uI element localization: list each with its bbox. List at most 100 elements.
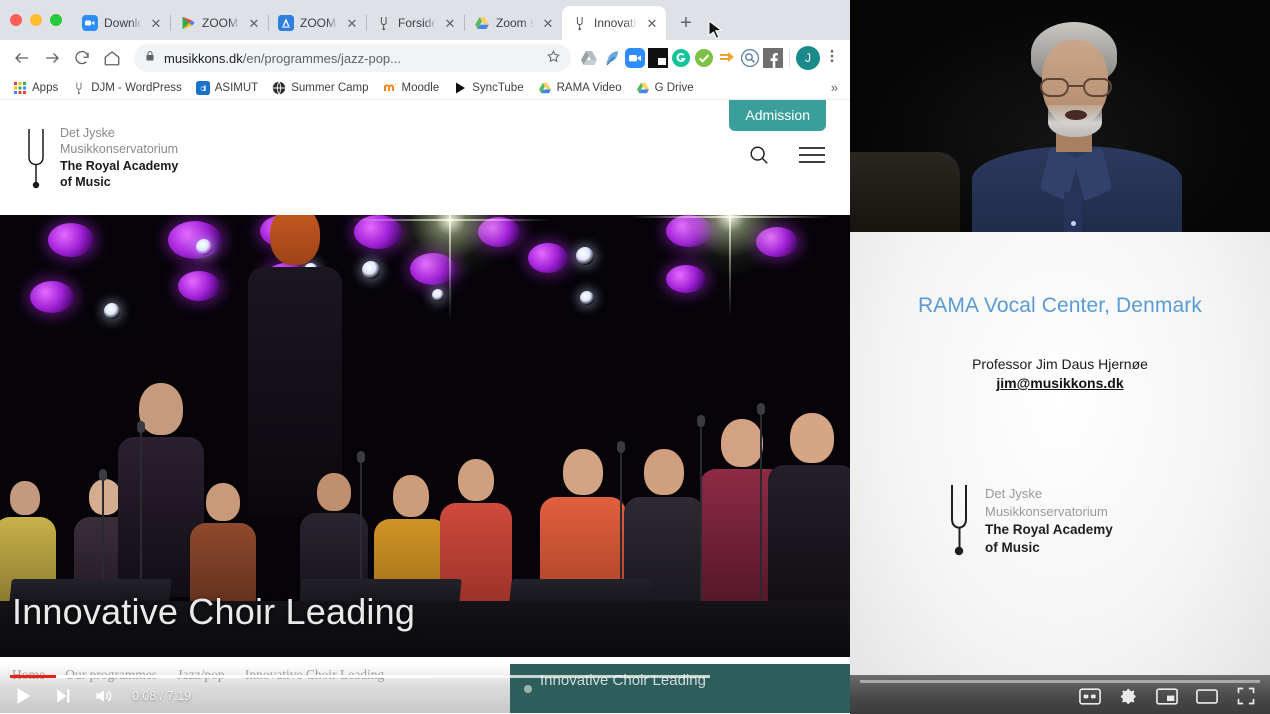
home-button[interactable] — [98, 44, 126, 72]
slide-email[interactable]: jim@musikkons.dk — [850, 375, 1270, 391]
bookmark-label: SyncTube — [472, 81, 524, 94]
close-icon[interactable]: ✕ — [540, 15, 556, 31]
tab-zoom-settings[interactable]: Zoom set ✕ — [464, 6, 563, 40]
zoom-video-controls — [850, 675, 1270, 714]
breadcrumb[interactable]: Home → Our programmes → Jazz/pop → Innov… — [12, 667, 384, 683]
tuning-fork-icon — [572, 15, 588, 31]
play-store-icon — [180, 15, 196, 31]
choir-singer — [768, 413, 850, 623]
speaker-mouth — [1065, 110, 1087, 120]
theater-mode-button[interactable] — [1196, 688, 1218, 705]
tab-zoom-client-2[interactable]: ZOOM Cl ✕ — [268, 6, 367, 40]
zoom-meeting-pane: RAMA Vocal Center, Denmark Professor Jim… — [850, 0, 1270, 714]
fullscreen-button[interactable] — [1236, 686, 1256, 706]
maximize-window-button[interactable] — [50, 14, 62, 26]
tab-label: Innovativ — [594, 16, 638, 30]
speaker-video[interactable] — [850, 0, 1270, 232]
bookmark-djm-wordpress[interactable]: DJM - WordPress — [67, 79, 187, 97]
toolbar-divider — [789, 49, 790, 67]
bookmark-asimut[interactable]: ASIMUT — [191, 79, 263, 97]
next-video-button[interactable] — [46, 682, 80, 710]
play-button[interactable] — [6, 682, 40, 710]
grammarly-icon[interactable] — [671, 48, 691, 68]
bookmark-synctube[interactable]: SyncTube — [448, 79, 528, 97]
asimut-icon — [195, 80, 210, 95]
tab-label: Zoom set — [496, 16, 534, 30]
stage-light — [178, 271, 220, 301]
url-path: /en/programmes/jazz-pop... — [242, 50, 401, 66]
back-button[interactable] — [8, 44, 36, 72]
webcam-furniture — [850, 152, 960, 232]
browser-window: Download ✕ ZOOM Cl ✕ ZOOM Cl ✕ — [0, 0, 850, 714]
zoom-icon — [82, 15, 98, 31]
site-header: Det Jyske Musikkonservatorium The Royal … — [0, 100, 850, 215]
bookmark-label: Summer Camp — [291, 81, 369, 94]
bookmark-summer-camp[interactable]: Summer Camp — [267, 79, 373, 97]
stage-light — [104, 303, 120, 319]
zoom-extension-icon[interactable] — [625, 48, 645, 68]
mouse-cursor — [708, 19, 724, 47]
volume-button[interactable] — [86, 682, 120, 710]
tab-download[interactable]: Download ✕ — [72, 6, 171, 40]
hamburger-menu-icon[interactable] — [798, 145, 826, 170]
close-icon[interactable]: ✕ — [148, 15, 164, 31]
close-window-button[interactable] — [10, 14, 22, 26]
logo-line-4: of Music — [60, 175, 111, 189]
tab-zoom-client-1[interactable]: ZOOM Cl ✕ — [170, 6, 269, 40]
picture-in-picture-icon[interactable] — [648, 48, 668, 68]
stage-light — [432, 289, 444, 301]
chrome-menu-icon[interactable] — [822, 48, 842, 68]
close-icon[interactable]: ✕ — [344, 15, 360, 31]
hero-title: Innovative Choir Leading — [12, 591, 416, 632]
quill-extension-icon[interactable] — [602, 48, 622, 68]
stage-light — [528, 243, 568, 273]
facebook-icon[interactable] — [763, 48, 783, 68]
miniplayer-button[interactable] — [1156, 687, 1178, 705]
bookmarks-overflow-button[interactable]: » — [831, 80, 842, 95]
tab-label: ZOOM Cl — [300, 16, 338, 30]
avatar[interactable]: J — [796, 46, 820, 70]
lock-icon — [144, 49, 156, 67]
logo-line-2: Musikkonservatorium — [60, 142, 179, 156]
checkmark-extension-icon[interactable] — [694, 48, 714, 68]
close-icon[interactable]: ✕ — [246, 15, 262, 31]
player-button-row: 0:08 / 7:19 — [6, 682, 191, 710]
close-icon[interactable]: ✕ — [644, 15, 660, 31]
bookmark-label: Moodle — [401, 81, 440, 94]
zoom-progress-bar[interactable] — [860, 680, 1260, 683]
address-bar[interactable]: musikkons.dk/en/programmes/jazz-pop... — [134, 44, 571, 72]
bookmark-g-drive[interactable]: G Drive — [631, 79, 699, 97]
settings-button[interactable] — [1119, 687, 1138, 706]
hero-video[interactable]: Innovative Choir Leading — [0, 215, 850, 657]
reload-button[interactable] — [68, 44, 96, 72]
slide-title: RAMA Vocal Center, Denmark — [918, 294, 1202, 317]
bookmark-moodle[interactable]: Moodle — [378, 79, 445, 97]
minimize-window-button[interactable] — [30, 14, 42, 26]
slide-logo-line-4: of Music — [985, 540, 1040, 556]
tab-innovative-choir-leading[interactable]: Innovativ ✕ — [562, 6, 666, 40]
logo-line-3: The Royal Academy — [60, 158, 179, 173]
url-text: musikkons.dk/en/programmes/jazz-pop... — [164, 51, 538, 66]
search-extension-icon[interactable] — [740, 48, 760, 68]
new-tab-button[interactable]: + — [672, 9, 700, 37]
bookmark-label: DJM - WordPress — [91, 81, 182, 94]
site-logo[interactable]: Det Jyske Musikkonservatorium The Royal … — [24, 125, 178, 191]
url-domain: musikkons.dk — [164, 50, 243, 66]
arrow-extension-icon[interactable] — [717, 48, 737, 68]
glasses-icon — [1040, 78, 1112, 97]
bookmark-rama-video[interactable]: RAMA Video — [533, 79, 627, 97]
closed-captions-button[interactable] — [1079, 687, 1101, 705]
play-triangle-icon — [453, 81, 467, 95]
drive-extension-icon[interactable] — [579, 48, 599, 68]
shared-slide[interactable]: RAMA Vocal Center, Denmark Professor Jim… — [850, 232, 1270, 714]
page-content: Admission Det Jyske Musikkonservatorium … — [0, 100, 850, 713]
tab-forside[interactable]: Forside - ✕ — [366, 6, 465, 40]
close-icon[interactable]: ✕ — [442, 15, 458, 31]
bookmark-apps[interactable]: Apps — [8, 79, 63, 97]
app-store-icon — [278, 15, 294, 31]
stage-light — [168, 221, 222, 259]
speaker-shirt-button — [1071, 221, 1076, 226]
forward-button[interactable] — [38, 44, 66, 72]
search-icon[interactable] — [748, 144, 770, 171]
bookmark-star-icon[interactable] — [546, 49, 561, 67]
